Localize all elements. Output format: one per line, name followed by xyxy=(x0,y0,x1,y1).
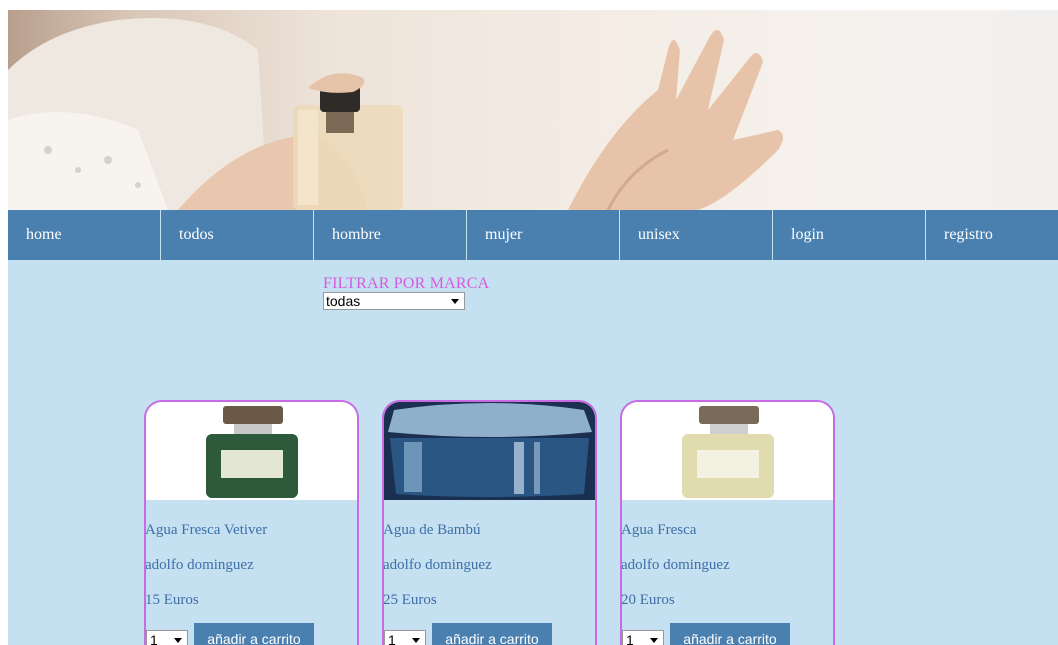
product-brand: adolfo dominguez xyxy=(145,557,254,573)
quantity-value: 1 xyxy=(626,632,634,645)
brand-filter: FILTRAR POR MARCA todas xyxy=(323,275,489,310)
product-image xyxy=(146,402,357,500)
nav-item-mujer[interactable]: mujer xyxy=(467,210,620,260)
page: home todos hombre mujer unisex login reg… xyxy=(8,10,1058,645)
product-card: Agua Fresca Vetiver adolfo dominguez 15 … xyxy=(144,400,359,645)
chevron-down-icon xyxy=(174,638,182,643)
quantity-select[interactable]: 1 xyxy=(622,630,664,645)
product-name: Agua Fresca xyxy=(621,522,697,538)
nav-item-todos[interactable]: todos xyxy=(161,210,314,260)
product-price: 20 Euros xyxy=(621,592,675,608)
quantity-value: 1 xyxy=(388,632,396,645)
chevron-down-icon xyxy=(412,638,420,643)
add-to-cart-button[interactable]: añadir a carrito xyxy=(194,623,314,645)
chevron-down-icon xyxy=(650,638,658,643)
product-brand: adolfo dominguez xyxy=(621,557,730,573)
product-name: Agua de Bambú xyxy=(383,522,481,538)
quantity-select[interactable]: 1 xyxy=(384,630,426,645)
filter-label: FILTRAR POR MARCA xyxy=(323,275,490,292)
nav-item-registro[interactable]: registro xyxy=(926,210,1058,260)
product-card: Agua Fresca adolfo dominguez 20 Euros 1 … xyxy=(620,400,835,645)
hero-banner-image xyxy=(8,10,1058,210)
main-navigation: home todos hombre mujer unisex login reg… xyxy=(8,210,1058,260)
nav-item-login[interactable]: login xyxy=(773,210,926,260)
quantity-select[interactable]: 1 xyxy=(146,630,188,645)
product-name: Agua Fresca Vetiver xyxy=(145,522,268,538)
chevron-down-icon xyxy=(451,299,459,304)
brand-select[interactable]: todas xyxy=(323,292,465,310)
quantity-value: 1 xyxy=(150,632,158,645)
brand-select-value: todas xyxy=(326,293,361,309)
product-card: Agua de Bambú adolfo dominguez 25 Euros … xyxy=(382,400,597,645)
product-image xyxy=(384,402,595,500)
product-brand: adolfo dominguez xyxy=(383,557,492,573)
product-price: 25 Euros xyxy=(383,592,437,608)
product-price: 15 Euros xyxy=(145,592,199,608)
add-to-cart-button[interactable]: añadir a carrito xyxy=(670,623,790,645)
nav-item-home[interactable]: home xyxy=(8,210,161,260)
nav-item-unisex[interactable]: unisex xyxy=(620,210,773,260)
nav-item-hombre[interactable]: hombre xyxy=(314,210,467,260)
product-image xyxy=(622,402,833,500)
add-to-cart-button[interactable]: añadir a carrito xyxy=(432,623,552,645)
